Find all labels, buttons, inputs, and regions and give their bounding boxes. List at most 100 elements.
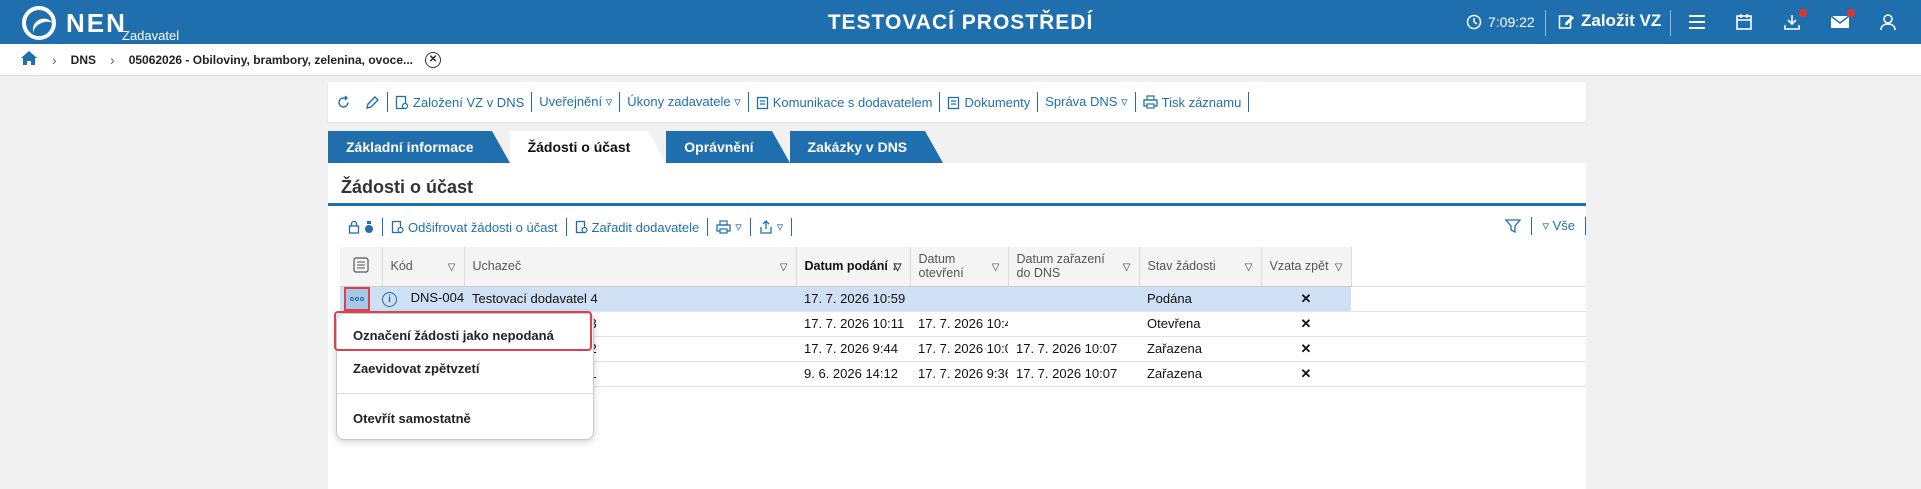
- withdrawn-x-icon: ✕: [1261, 336, 1351, 362]
- dns-toolbar: Založení VZ v DNS Uveřejnění ▿ Úkony zad…: [328, 82, 1586, 122]
- cell-status: Podána: [1139, 286, 1261, 312]
- tab-bar: Základní informace Žádosti o účast Opráv…: [328, 131, 943, 163]
- home-icon[interactable]: [20, 50, 38, 69]
- notification-badge: [1847, 9, 1855, 17]
- withdrawn-x-icon: ✕: [1261, 311, 1351, 337]
- export-menu[interactable]: ▿: [751, 218, 793, 236]
- tab-dns-contracts[interactable]: Zakázky v DNS: [789, 131, 943, 163]
- cell-included: 17. 7. 2026 10:07: [1008, 361, 1139, 387]
- cell-submitted: 17. 7. 2026 9:44: [796, 336, 910, 362]
- download-icon[interactable]: [1781, 9, 1807, 33]
- print-icon: [716, 220, 731, 234]
- column-settings-header[interactable]: [340, 247, 383, 287]
- cell-opened: 17. 7. 2026 9:36: [910, 361, 1008, 387]
- info-icon[interactable]: i: [382, 292, 397, 307]
- column-header-empty: [1351, 247, 1586, 287]
- divider: [1585, 217, 1586, 235]
- table-header-row: Kód ▽ Uchazeč ▽ Datum podání ↓ ▽ Datum otev…: [340, 247, 1586, 287]
- filter-all-toggle[interactable]: ▿ Vše: [1542, 218, 1575, 234]
- column-header-code[interactable]: Kód ▽: [382, 247, 465, 287]
- seal-icon: [365, 221, 373, 233]
- clipboard-icon: [948, 96, 960, 109]
- record-withdrawal-item[interactable]: Zaevidovat zpětvzetí: [353, 361, 479, 376]
- table-row[interactable]: i DNS-004 Testovací dodavatel 4 17. 7. 2…: [340, 286, 1586, 312]
- column-header-withdrawn[interactable]: Vzata zpět ▽: [1261, 247, 1352, 287]
- edit-button[interactable]: [358, 92, 388, 112]
- user-icon[interactable]: [1877, 11, 1899, 33]
- mail-icon[interactable]: [1829, 9, 1855, 33]
- breadcrumb-current: 05062026 - Obiloviny, brambory, zelenina…: [128, 52, 414, 67]
- publication-menu[interactable]: Uveřejnění ▿: [532, 92, 621, 112]
- include-supplier-button[interactable]: Zařadit dodavatele: [567, 218, 709, 236]
- cell-opened: [910, 286, 1008, 312]
- cell-status: Zařazena: [1139, 336, 1261, 362]
- column-header-opened[interactable]: Datum otevření ▽: [910, 247, 1009, 287]
- document-gear-icon: [395, 95, 409, 109]
- row-actions-cell: [340, 286, 382, 312]
- refresh-button[interactable]: [328, 92, 358, 112]
- withdrawn-x-icon: ✕: [1261, 361, 1351, 387]
- decrypt-requests-button[interactable]: Odšifrovat žádosti o účast: [383, 218, 567, 236]
- cell-opened: 17. 7. 2026 10:07: [910, 336, 1008, 362]
- filter-controls: ▿ Vše: [1505, 217, 1586, 235]
- chevron-down-icon: ▿: [776, 219, 784, 234]
- cell-opened: 17. 7. 2026 10:44: [910, 311, 1008, 337]
- calendar-icon[interactable]: [1733, 11, 1755, 33]
- cell-submitted: 9. 6. 2026 14:12: [796, 361, 910, 387]
- divider: [1670, 10, 1671, 36]
- dns-management-menu[interactable]: Správa DNS ▿: [1038, 92, 1136, 112]
- new-vz-label: Založit VZ: [1581, 11, 1662, 30]
- cell-status: Otevřena: [1139, 311, 1261, 337]
- notification-badge: [1799, 9, 1807, 17]
- settings-sliders-icon: [353, 257, 369, 273]
- divider: [1545, 10, 1546, 36]
- menu-icon[interactable]: [1686, 11, 1708, 33]
- documents[interactable]: Dokumenty: [940, 92, 1039, 112]
- close-icon[interactable]: ✕: [425, 51, 442, 68]
- row-context-menu: Označení žádosti jako nepodaná Zaevidova…: [334, 311, 594, 440]
- document-gear-icon: [575, 220, 588, 234]
- column-header-submitted[interactable]: Datum podání ↓ ▽: [796, 247, 911, 287]
- create-vz-in-dns[interactable]: Založení VZ v DNS: [388, 92, 533, 112]
- row-actions-button[interactable]: [344, 286, 370, 310]
- tab-participation-requests[interactable]: Žádosti o účast: [509, 131, 666, 163]
- clock-time: 7:09:22: [1488, 14, 1535, 30]
- chevron-right-icon: ›: [52, 51, 57, 68]
- cell-submitted: 17. 7. 2026 10:11: [796, 311, 910, 337]
- breadcrumb-dns[interactable]: DNS: [71, 53, 96, 67]
- cell-status: Zařazena: [1139, 361, 1261, 387]
- panel-title: Žádosti o účast: [341, 177, 474, 197]
- column-header-bidder[interactable]: Uchazeč ▽: [464, 247, 797, 287]
- print-menu[interactable]: ▿: [708, 218, 751, 236]
- cell-bidder: Testovací dodavatel 4: [464, 286, 796, 312]
- new-vz-button[interactable]: Založit VZ: [1558, 11, 1661, 31]
- mark-not-submitted-item[interactable]: Označení žádosti jako nepodaná: [353, 328, 554, 343]
- contracting-authority-actions-menu[interactable]: Úkony zadavatele ▿: [620, 92, 749, 112]
- cell-submitted: 17. 7. 2026 10:59: [796, 286, 910, 312]
- column-header-included[interactable]: Datum zařazení do DNS ▽: [1008, 247, 1140, 287]
- cell-included: [1008, 311, 1139, 337]
- export-icon: [760, 220, 772, 234]
- lock-icon: [348, 220, 360, 234]
- divider: [337, 393, 593, 394]
- column-header-status[interactable]: Stav žádosti ▽: [1139, 247, 1262, 287]
- clipboard-icon: [756, 96, 768, 109]
- chevron-down-icon: ▿: [735, 219, 742, 234]
- tab-permissions[interactable]: Oprávnění: [666, 131, 790, 163]
- edit-icon: [1558, 14, 1574, 29]
- grid-toolbar: Odšifrovat žádosti o účast Zařadit dodav…: [340, 215, 1586, 239]
- pencil-icon: [366, 95, 379, 109]
- breadcrumb: › DNS › 05062026 - Obiloviny, brambory, …: [0, 44, 1921, 76]
- print-record[interactable]: Tisk záznamu: [1136, 92, 1250, 112]
- open-standalone-item[interactable]: Otevřít samostatně: [353, 411, 471, 426]
- clock-icon: [1466, 14, 1482, 30]
- cell-included: [1008, 286, 1139, 312]
- withdrawn-x-icon: ✕: [1261, 286, 1351, 312]
- print-icon: [1142, 95, 1158, 109]
- top-bar: NEN Zadavatel TESTOVACÍ PROSTŘEDÍ 7:09:2…: [0, 0, 1921, 44]
- supplier-communication[interactable]: Komunikace s dodavatelem: [749, 92, 941, 112]
- filter-icon[interactable]: [1505, 218, 1522, 234]
- document-gear-icon: [391, 220, 404, 234]
- tab-basic-info[interactable]: Základní informace: [328, 131, 510, 163]
- lock-toggle[interactable]: [340, 218, 383, 236]
